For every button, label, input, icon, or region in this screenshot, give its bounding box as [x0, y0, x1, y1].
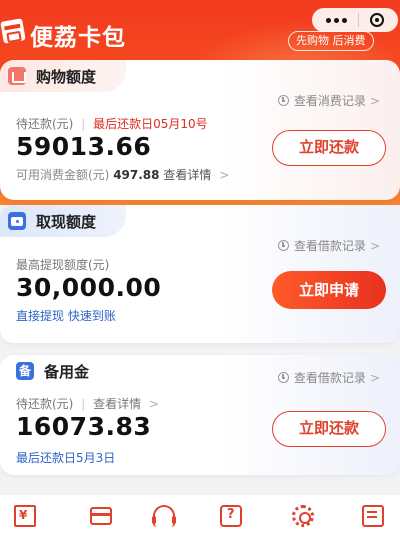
reserve-loan-record-link[interactable]: 查看借款记录 >	[277, 369, 380, 386]
shopping-bag-icon	[8, 67, 26, 85]
clock-icon	[277, 240, 289, 251]
pending-repayment-row: 待还款(元) | 最后还款日05月10号	[16, 117, 208, 131]
pending-amount: 59013.66	[16, 132, 152, 161]
clock-icon	[277, 95, 289, 106]
cash-tagline: 直接提现 快速到账	[16, 309, 116, 323]
reserve-header: 备 备用金	[0, 355, 119, 387]
max-withdraw-amount: 30,000.00	[16, 273, 162, 302]
reserve-due-label: 最后还款日5月3日	[16, 451, 116, 465]
more-icon[interactable]	[325, 17, 347, 23]
chevron-right-icon: >	[148, 397, 159, 411]
available-value: 497.88	[113, 168, 160, 182]
chevron-right-icon: >	[219, 168, 230, 182]
help-icon[interactable]	[220, 505, 242, 527]
reserve-pending-row: 待还款(元) | 查看详情 >	[16, 397, 159, 411]
wallet-icon	[8, 212, 26, 230]
card-logo-icon	[0, 18, 26, 44]
slogan-badge: 先购物 后消费	[288, 31, 374, 51]
reserve-title: 备用金	[44, 362, 90, 381]
pending-label: 待还款(元)	[16, 117, 74, 131]
app-title: 便荔卡包	[30, 25, 126, 51]
card-icon[interactable]	[90, 507, 112, 525]
bottom-nav	[0, 495, 400, 533]
clock-icon	[277, 372, 289, 383]
capsule-divider	[357, 13, 359, 27]
repay-now-button[interactable]: 立即还款	[272, 130, 386, 166]
max-withdraw-label: 最高提现额度(元)	[16, 258, 110, 272]
shopping-header: 购物额度	[0, 60, 127, 92]
reserve-fund-card: 备 备用金 查看借款记录 > 待还款(元) | 查看详情 > 16073.83 …	[0, 355, 400, 475]
support-icon[interactable]	[152, 505, 176, 527]
loan-record-link[interactable]: 查看借款记录 >	[277, 237, 380, 254]
shopping-credit-card: 购物额度 查看消费记录 > 待还款(元) | 最后还款日05月10号 59013…	[0, 60, 400, 200]
miniprogram-capsule[interactable]	[312, 8, 398, 32]
view-detail-link[interactable]: 查看详情	[163, 168, 211, 182]
reserve-amount: 16073.83	[16, 412, 152, 441]
bill-icon[interactable]	[14, 505, 36, 527]
reserve-record-label: 查看借款记录	[293, 371, 366, 385]
settings-icon[interactable]	[292, 505, 314, 527]
chevron-right-icon: >	[369, 238, 380, 253]
top-bar: 便荔卡包 先购物 后消费	[0, 0, 400, 60]
reserve-repay-button[interactable]: 立即还款	[272, 411, 386, 447]
cash-title: 取现额度	[36, 212, 97, 231]
consumption-record-label: 查看消费记录	[293, 94, 366, 108]
cash-credit-card: 取现额度 查看借款记录 > 最高提现额度(元) 30,000.00 直接提现 快…	[0, 205, 400, 343]
edit-icon[interactable]	[362, 505, 384, 527]
available-label: 可用消费金额(元)	[16, 168, 110, 182]
due-date-label: 最后还款日05月10号	[93, 117, 208, 131]
reserve-icon: 备	[16, 362, 34, 380]
apply-now-button[interactable]: 立即申请	[272, 271, 386, 309]
chevron-right-icon: >	[369, 93, 380, 108]
close-target-icon[interactable]	[370, 13, 385, 27]
loan-record-label: 查看借款记录	[293, 239, 366, 253]
consumption-record-link[interactable]: 查看消费记录 >	[277, 92, 380, 109]
shopping-title: 购物额度	[36, 67, 97, 86]
reserve-detail-link[interactable]: 查看详情	[93, 397, 141, 411]
available-line: 可用消费金额(元) 497.88 查看详情 >	[16, 166, 229, 183]
cash-header: 取现额度	[0, 205, 127, 237]
chevron-right-icon: >	[369, 370, 380, 385]
reserve-pending-label: 待还款(元)	[16, 397, 74, 411]
